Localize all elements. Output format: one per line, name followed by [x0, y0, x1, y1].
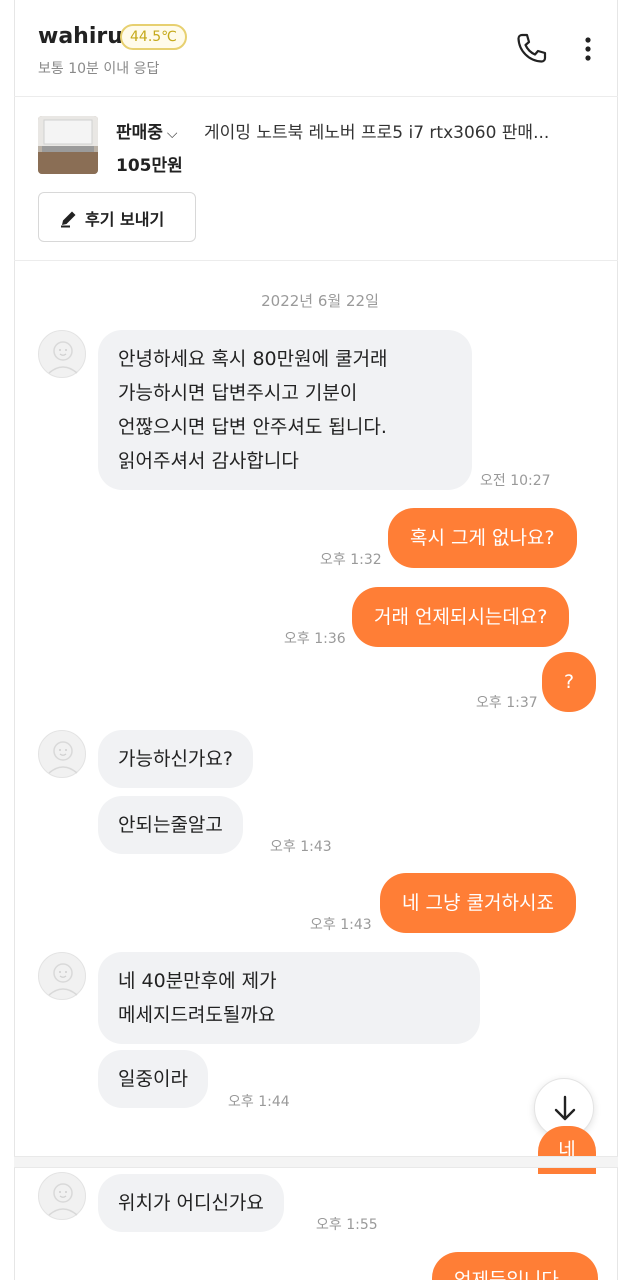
chevron-down-icon: ⌵: [166, 126, 178, 142]
chat-header: wahiru 44.5℃ 보통 10분 이내 응답: [14, 0, 618, 96]
screenshot-seam: [14, 1156, 618, 1168]
sale-status-label: 판매중: [116, 123, 163, 143]
send-review-button[interactable]: 후기 보내기: [38, 192, 196, 242]
outgoing-message: ?: [542, 652, 596, 712]
message-time: 오후 1:32: [320, 552, 382, 568]
product-divider: [14, 260, 618, 261]
message-time: 오후 1:37: [476, 695, 538, 711]
avatar-icon[interactable]: [38, 330, 86, 378]
sale-status-select[interactable]: 판매중 ⌵: [116, 118, 178, 143]
incoming-message: 가능하신가요?: [98, 730, 253, 788]
outgoing-message: 네 그냥 쿨거하시죠: [380, 873, 576, 933]
message-time: 오후 1:36: [284, 631, 346, 647]
product-thumbnail[interactable]: [38, 116, 98, 174]
product-title[interactable]: 게이밍 노트북 레노버 프로5 i7 rtx3060 판매...: [204, 118, 549, 143]
message-time: 오후 1:43: [310, 917, 372, 933]
product-price: 105만원: [116, 156, 183, 176]
outgoing-message: 언제든입니다: [432, 1252, 598, 1280]
chat-date-separator: 2022년 6월 22일: [261, 292, 379, 310]
incoming-message: 일중이라: [98, 1050, 208, 1108]
seller-name[interactable]: wahiru: [38, 24, 123, 49]
incoming-message: 위치가 어디신가요: [98, 1174, 284, 1232]
outgoing-message: 거래 언제되시는데요?: [352, 587, 570, 647]
message-time: 오후 1:44: [228, 1094, 290, 1110]
incoming-message: 안녕하세요 혹시 80만원에 쿨거래 가능하시면 답변주시고 기분이 언짢으시면…: [98, 330, 472, 490]
avatar-icon[interactable]: [38, 1172, 86, 1220]
outgoing-message: 혹시 그게 없나요?: [388, 508, 577, 568]
incoming-message: 네 40분만후에 제가 메세지드려도될까요: [98, 952, 480, 1044]
message-time: 오후 1:55: [316, 1217, 378, 1233]
avatar-icon[interactable]: [38, 952, 86, 1000]
message-time: 오전 10:27: [480, 473, 551, 489]
more-vertical-icon[interactable]: [574, 30, 602, 70]
manner-temperature-badge: 44.5℃: [120, 24, 187, 50]
incoming-message: 안되는줄알고: [98, 796, 243, 854]
send-review-label: 후기 보내기: [85, 210, 165, 229]
response-time: 보통 10분 이내 응답: [38, 61, 160, 77]
product-bar: 판매중 ⌵ 게이밍 노트북 레노버 프로5 i7 rtx3060 판매... 10…: [14, 96, 618, 260]
pencil-icon: [61, 211, 76, 228]
avatar-icon[interactable]: [38, 730, 86, 778]
phone-icon[interactable]: [510, 28, 550, 68]
message-time: 오후 1:43: [270, 839, 332, 855]
